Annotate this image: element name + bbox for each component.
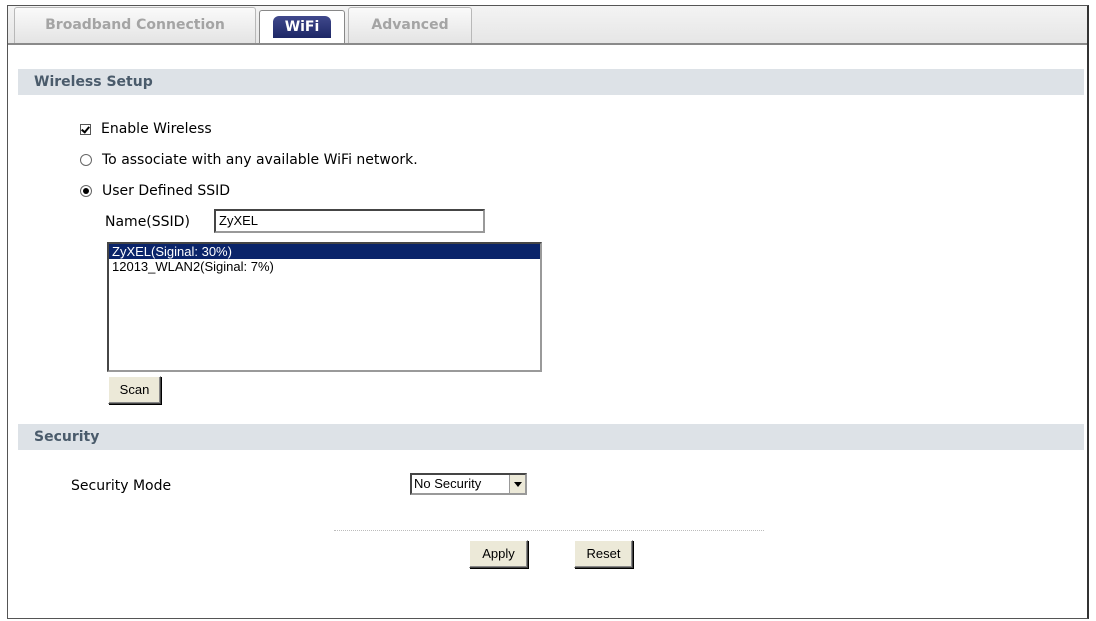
associate-any-row: To associate with any available WiFi net… <box>80 152 418 168</box>
wifi-settings-window: Broadband Connection WiFi Advanced Wirel… <box>7 5 1089 619</box>
network-list[interactable]: ZyXEL(Siginal: 30%) 12013_WLAN2(Siginal:… <box>107 242 542 372</box>
enable-wireless-row: Enable Wireless <box>80 121 212 137</box>
user-defined-ssid-radio[interactable] <box>80 185 92 197</box>
reset-button[interactable]: Reset <box>574 540 633 568</box>
tab-broadband-connection[interactable]: Broadband Connection <box>14 7 256 43</box>
security-mode-label: Security Mode <box>71 478 172 494</box>
security-mode-value: No Security <box>414 476 482 491</box>
scan-button[interactable]: Scan <box>108 376 161 404</box>
enable-wireless-label: Enable Wireless <box>101 121 212 137</box>
network-list-item[interactable]: 12013_WLAN2(Siginal: 7%) <box>109 259 540 274</box>
chevron-down-icon[interactable] <box>509 475 525 493</box>
ssid-input[interactable]: ZyXEL <box>214 209 485 233</box>
user-defined-ssid-row: User Defined SSID <box>80 183 230 199</box>
network-list-item[interactable]: ZyXEL(Siginal: 30%) <box>109 244 540 259</box>
tab-advanced[interactable]: Advanced <box>348 7 472 43</box>
security-heading: Security <box>18 424 1084 450</box>
tab-wifi[interactable]: WiFi <box>259 10 345 43</box>
ssid-label: Name(SSID) <box>105 214 190 230</box>
enable-wireless-checkbox[interactable] <box>80 123 91 135</box>
apply-button[interactable]: Apply <box>469 540 528 568</box>
associate-any-radio[interactable] <box>80 154 92 166</box>
wireless-setup-heading: Wireless Setup <box>18 69 1084 95</box>
tab-bar: Broadband Connection WiFi Advanced <box>8 6 1087 45</box>
associate-any-label: To associate with any available WiFi net… <box>102 152 418 168</box>
security-mode-select[interactable]: No Security <box>410 473 527 495</box>
divider <box>334 530 764 531</box>
user-defined-ssid-label: User Defined SSID <box>102 183 231 199</box>
tab-wifi-label: WiFi <box>272 16 332 38</box>
